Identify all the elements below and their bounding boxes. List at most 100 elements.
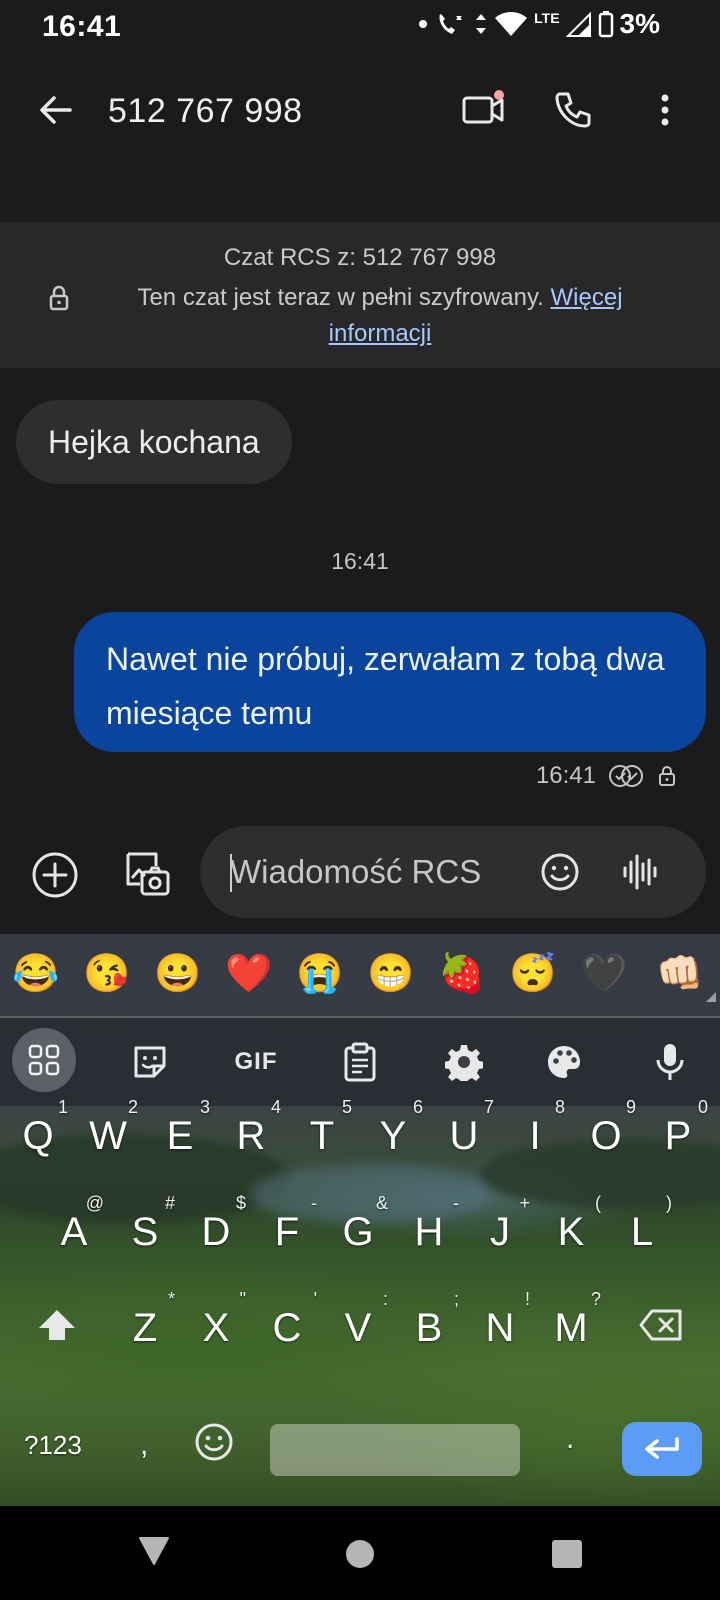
keyboard: 😂 😘 😀 ❤️ 😭 😁 🍓 😴 🖤 👊🏻 GIF Q 1 W 2 E 3 R …: [0, 934, 720, 1506]
keyboard-toolbar: GIF: [0, 1018, 720, 1106]
shift-key-icon[interactable]: [36, 1308, 78, 1349]
encrypted-lock-icon: [659, 766, 675, 786]
back-arrow-icon[interactable]: [34, 88, 78, 132]
key-f[interactable]: F-: [251, 1190, 323, 1274]
apps-grid-icon[interactable]: [12, 1028, 76, 1092]
key-label: E: [166, 1114, 194, 1158]
key-label: A: [60, 1210, 88, 1254]
emoji-suggestion[interactable]: 🖤: [574, 950, 634, 998]
nav-recents-icon[interactable]: [552, 1540, 582, 1568]
emoji-suggestion[interactable]: ❤️: [219, 950, 279, 998]
key-label: L: [630, 1210, 654, 1254]
incoming-message-bubble[interactable]: Hejka kochana: [16, 400, 292, 484]
key-hint: $: [235, 1193, 246, 1213]
key-z[interactable]: Z *: [109, 1286, 181, 1370]
key-l[interactable]: L): [606, 1190, 678, 1274]
gif-button[interactable]: GIF: [226, 1038, 286, 1086]
encryption-note: Ten czat jest teraz w pełni szyfrowany.: [137, 284, 544, 311]
video-call-icon[interactable]: [460, 88, 508, 132]
key-hint: 5: [341, 1097, 352, 1117]
battery-icon: [598, 11, 613, 38]
key-label: Y: [379, 1114, 407, 1158]
more-vert-icon[interactable]: [650, 88, 680, 132]
key-q[interactable]: Q1: [2, 1094, 74, 1178]
key-y[interactable]: Y6: [357, 1094, 429, 1178]
phone-icon[interactable]: [552, 88, 596, 132]
emoji-suggestion[interactable]: 😀: [148, 950, 208, 998]
comma-key[interactable]: ,: [140, 1428, 148, 1462]
emoji-suggestion[interactable]: 😁: [361, 950, 421, 998]
notification-dot-icon: [419, 20, 428, 28]
space-bar[interactable]: [270, 1424, 520, 1476]
key-v[interactable]: V:: [322, 1286, 394, 1370]
outgoing-time: 16:41: [535, 762, 596, 789]
emoji-suggestion[interactable]: 👊🏻: [650, 950, 710, 998]
key-u[interactable]: U7: [428, 1094, 500, 1178]
symbols-key[interactable]: ?123: [24, 1430, 82, 1461]
clipboard-icon[interactable]: [336, 1038, 384, 1086]
key-j[interactable]: J +: [464, 1190, 536, 1274]
emoji-suggestion[interactable]: 😭: [290, 950, 350, 998]
key-n[interactable]: N!: [464, 1286, 536, 1370]
key-r[interactable]: R4: [215, 1094, 287, 1178]
key-hint: @: [85, 1193, 104, 1213]
key-hint: &: [375, 1193, 388, 1213]
microphone-icon[interactable]: [646, 1038, 694, 1086]
key-w[interactable]: W2: [72, 1094, 144, 1178]
emoji-suggestion[interactable]: 😴: [503, 950, 563, 998]
enter-key[interactable]: [622, 1422, 702, 1476]
key-k[interactable]: K(: [535, 1190, 607, 1274]
outgoing-message-bubble[interactable]: Nawet nie próbuj, zerwałam z tobą dwa mi…: [74, 612, 706, 752]
emoji-key-icon[interactable]: [194, 1422, 234, 1467]
key-hint: ): [666, 1193, 672, 1213]
sticker-icon[interactable]: [126, 1038, 174, 1086]
key-g[interactable]: G &: [322, 1190, 394, 1274]
nav-home-icon[interactable]: [346, 1540, 374, 1568]
key-c[interactable]: C ': [251, 1286, 323, 1370]
key-hint: (: [595, 1193, 601, 1213]
key-d[interactable]: D $: [180, 1190, 252, 1274]
key-t[interactable]: T5: [286, 1094, 358, 1178]
key-label: W: [89, 1114, 127, 1158]
key-s[interactable]: S #: [109, 1190, 181, 1274]
key-x[interactable]: X ": [180, 1286, 252, 1370]
emoji-suggestion[interactable]: 🍓: [432, 950, 492, 998]
key-m[interactable]: M?: [535, 1286, 607, 1370]
backspace-key-icon[interactable]: [638, 1308, 684, 1347]
key-i[interactable]: I8: [499, 1094, 571, 1178]
battery-percent: 3%: [619, 8, 660, 39]
emoji-picker-icon[interactable]: [540, 852, 580, 892]
status-icons: LTE 3%: [418, 8, 660, 40]
key-a[interactable]: A @: [38, 1190, 110, 1274]
key-h[interactable]: H-: [393, 1190, 465, 1274]
key-e[interactable]: E3: [144, 1094, 216, 1178]
key-hint: ': [313, 1289, 317, 1309]
emoji-suggestion-row: 😂 😘 😀 ❤️ 😭 😁 🍓 😴 🖤 👊🏻: [0, 934, 720, 1018]
key-o[interactable]: O9: [570, 1094, 642, 1178]
settings-gear-icon[interactable]: [440, 1038, 488, 1086]
message-input[interactable]: [230, 846, 520, 898]
key-hint: ": [239, 1289, 246, 1309]
key-label: D: [201, 1210, 231, 1254]
voice-message-icon[interactable]: [620, 850, 660, 894]
key-label: C: [272, 1306, 302, 1350]
gallery-icon[interactable]: [122, 848, 172, 900]
add-attachment-icon[interactable]: [30, 850, 80, 900]
key-b[interactable]: B;: [393, 1286, 465, 1370]
emoji-suggestion[interactable]: 😘: [77, 950, 137, 998]
wifi-calling-icon: [439, 14, 463, 34]
nav-back-icon[interactable]: [138, 1536, 170, 1571]
key-p[interactable]: P0: [642, 1094, 714, 1178]
key-hint: 1: [57, 1097, 68, 1117]
encryption-banner: Czat RCS z: 512 767 998 Ten czat jest te…: [0, 222, 720, 368]
wifi-icon: [495, 12, 528, 36]
compose-bar: [0, 822, 720, 932]
enter-arrow-icon: [645, 1437, 679, 1459]
key-label: I: [529, 1114, 541, 1158]
key-label: Z: [132, 1306, 158, 1350]
read-receipt-icon: [609, 765, 643, 787]
emoji-suggestion[interactable]: 😂: [6, 950, 66, 998]
outgoing-message-text: Nawet nie próbuj, zerwałam z tobą dwa mi…: [106, 641, 665, 731]
theme-palette-icon[interactable]: [540, 1038, 588, 1086]
period-key[interactable]: .: [566, 1422, 574, 1456]
